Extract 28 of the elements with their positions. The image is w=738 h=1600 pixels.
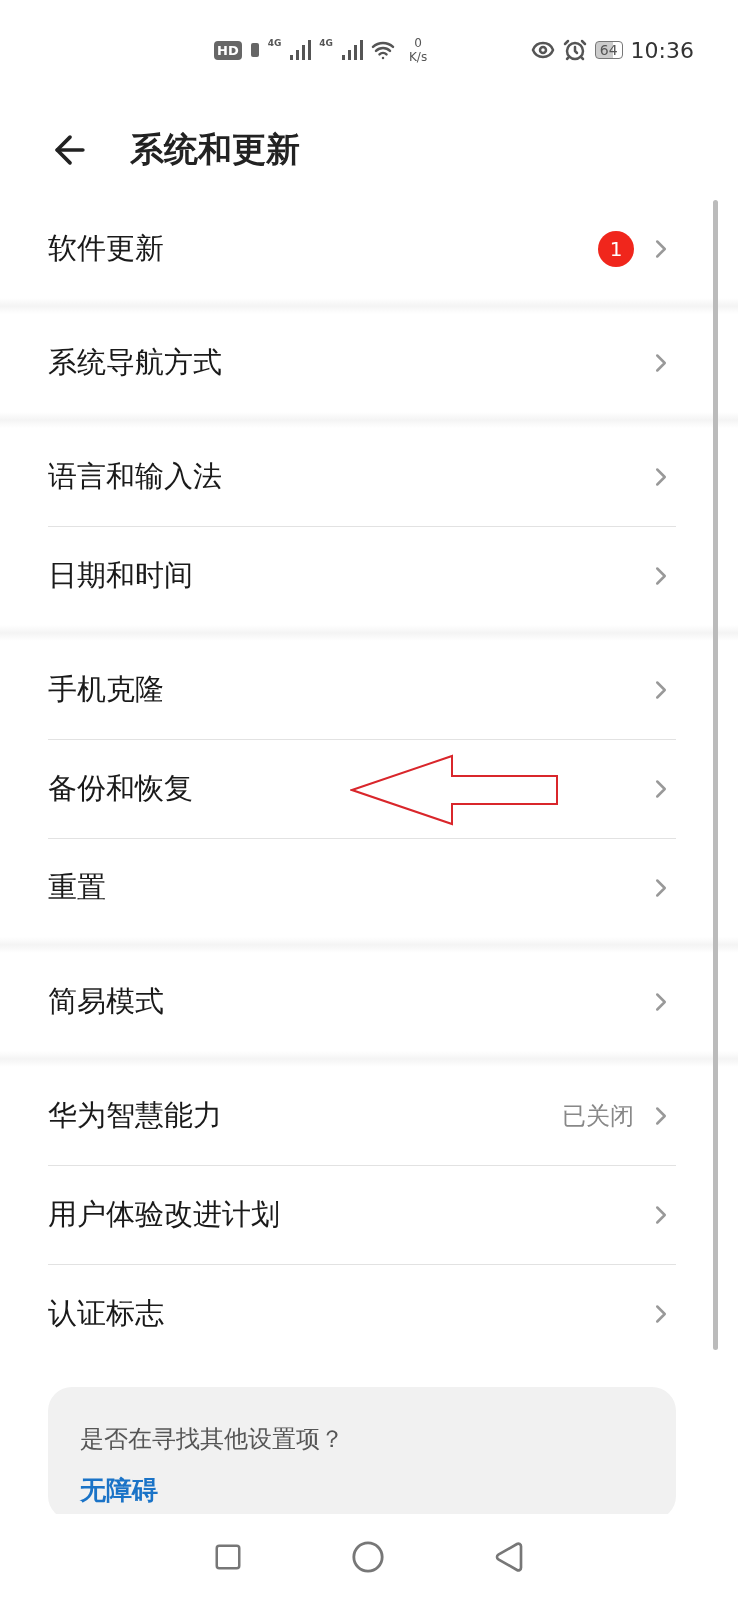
sim-icon bbox=[249, 42, 260, 58]
battery-indicator: 64 bbox=[594, 41, 623, 59]
clock-time: 10:36 bbox=[630, 37, 694, 63]
settings-item[interactable]: 软件更新 1 bbox=[48, 200, 676, 298]
network-type: 4G bbox=[267, 38, 282, 48]
settings-item[interactable]: 语言和输入法 bbox=[48, 428, 676, 526]
back-nav-button[interactable] bbox=[493, 1541, 525, 1573]
home-button[interactable] bbox=[351, 1540, 385, 1574]
settings-item[interactable]: 认证标志 bbox=[48, 1264, 676, 1363]
speed-unit: K/s bbox=[409, 50, 428, 64]
page-title: 系统和更新 bbox=[130, 128, 300, 171]
settings-item[interactable]: 用户体验改进计划 bbox=[48, 1165, 676, 1264]
settings-item[interactable]: 简易模式 bbox=[48, 953, 676, 1051]
recents-button[interactable] bbox=[213, 1542, 243, 1572]
alarm-icon bbox=[562, 38, 587, 62]
hd-indicator: HD bbox=[214, 40, 242, 60]
settings-item[interactable]: 手机克隆 bbox=[48, 641, 676, 739]
signal-icon bbox=[341, 39, 363, 61]
speed-value: 0 bbox=[414, 36, 422, 50]
settings-item[interactable]: 备份和恢复 bbox=[48, 739, 676, 838]
network-type: 4G bbox=[319, 38, 333, 48]
signal-icon bbox=[289, 39, 312, 61]
settings-item[interactable]: 系统导航方式 bbox=[48, 314, 676, 412]
notification-badge: 1 bbox=[598, 231, 634, 267]
item-value: 已关闭 bbox=[562, 1101, 634, 1132]
accessibility-link[interactable]: 无障碍 bbox=[80, 1473, 158, 1508]
suggestion-question: 是否在寻找其他设置项？ bbox=[80, 1424, 345, 1455]
settings-item[interactable]: 华为智慧能力 已关闭 bbox=[48, 1067, 676, 1165]
